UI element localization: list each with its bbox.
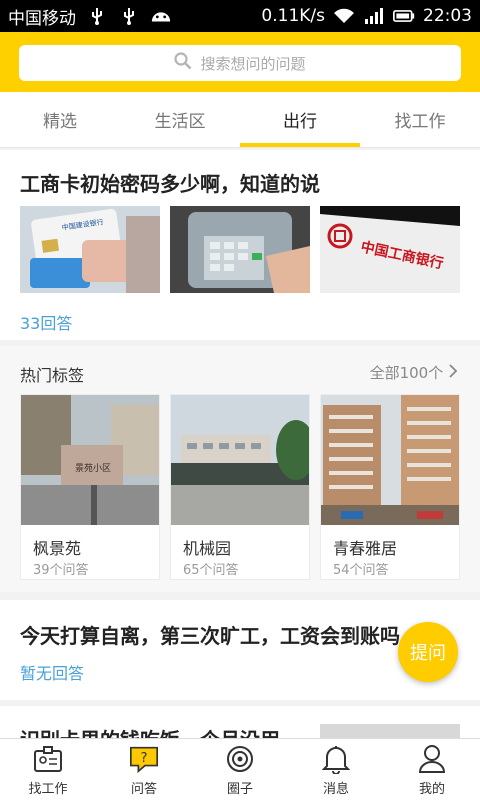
search-header: 搜索想问的问题 [0, 32, 480, 92]
id-card-icon [32, 743, 64, 775]
ask-question-button[interactable]: 提问 [398, 622, 458, 682]
bottom-nav: 找工作 ? 问答 圈子 消息 我的 [0, 738, 480, 800]
icbc-sign-photo[interactable]: 中国工商银行 [320, 206, 460, 293]
circle-icon [224, 743, 256, 775]
tag-photo [321, 395, 459, 525]
network-speed: 0.11K/s [261, 6, 325, 26]
tag-photo-sign-text: 景苑小区 [75, 462, 111, 474]
nav-item-find-job[interactable]: 找工作 [0, 739, 96, 800]
battery-icon [393, 7, 415, 25]
tab-chuxing[interactable]: 出行 [240, 92, 360, 147]
tag-name: 枫景苑 [33, 539, 82, 558]
answer-count[interactable]: 暂无回答 [20, 660, 84, 684]
nav-label: 我的 [418, 781, 445, 797]
clock: 22:03 [423, 6, 472, 26]
tab-jingxuan[interactable]: 精选 [0, 92, 120, 147]
atm-photo[interactable] [170, 206, 310, 293]
search-input[interactable]: 搜索想问的问题 [19, 45, 461, 81]
nav-label: 问答 [130, 781, 157, 797]
tag-photo: 景苑小区 [21, 395, 159, 525]
tab-shenghuoqu[interactable]: 生活区 [120, 92, 240, 147]
qa-icon: ? [128, 743, 160, 775]
all-tags-link[interactable]: 全部100个 [370, 362, 458, 383]
wifi-icon [333, 7, 355, 25]
tab-zhaogongzuo[interactable]: 找工作 [360, 92, 480, 147]
category-tabs: 精选 生活区 出行 找工作 [0, 92, 480, 148]
user-icon [416, 743, 448, 775]
usb-icon [118, 7, 140, 25]
answer-count[interactable]: 33回答 [20, 310, 72, 334]
hot-tags-title: 热门标签 [20, 366, 85, 385]
signal-icon [363, 7, 385, 25]
nav-item-qa[interactable]: ? 问答 [96, 739, 192, 800]
search-placeholder: 搜索想问的问题 [200, 54, 306, 73]
search-icon [174, 52, 192, 74]
chevron-right-icon [448, 364, 458, 382]
carrier-label: 中国移动 [8, 8, 76, 29]
android-icon [150, 7, 172, 25]
question-title: 今天打算自离，第三次旷工，工资会到账吗 [20, 624, 400, 648]
tag-photo [171, 395, 309, 525]
tag-count: 65个问答 [183, 563, 239, 578]
nav-label: 消息 [322, 781, 349, 797]
question-images: 中国建设银行 中国工商银行 [20, 206, 460, 293]
question-card[interactable]: 工商卡初始密码多少啊，知道的说 中国建设银行 中国工商银行 33回答 [0, 150, 480, 340]
bank-card-photo[interactable]: 中国建设银行 [20, 206, 160, 293]
tag-count: 39个问答 [33, 563, 89, 578]
tag-card-jixieyuan[interactable]: 机械园 65个问答 [170, 394, 310, 580]
tag-count: 54个问答 [333, 563, 389, 578]
question-title: 工商卡初始密码多少啊，知道的说 [20, 172, 320, 196]
nav-label: 圈子 [226, 781, 253, 797]
status-bar: 中国移动 0.11K/s 22:03 [0, 0, 480, 32]
usb-icon [86, 7, 108, 25]
tag-name: 青春雅居 [333, 539, 398, 558]
nav-item-circle[interactable]: 圈子 [192, 739, 288, 800]
bell-icon [320, 743, 352, 775]
all-tags-label: 全部100个 [369, 364, 444, 382]
nav-item-messages[interactable]: 消息 [288, 739, 384, 800]
nav-label: 找工作 [28, 781, 68, 797]
tag-card-fengjingyuan[interactable]: 景苑小区 枫景苑 39个问答 [20, 394, 160, 580]
hot-tags-section: 热门标签 全部100个 景苑小区 枫景苑 39个问答 机械园 65个问答 青春雅… [0, 346, 480, 592]
svg-text:?: ? [141, 750, 148, 765]
tag-name: 机械园 [183, 539, 232, 558]
tag-card-qingchunyaju[interactable]: 青春雅居 54个问答 [320, 394, 460, 580]
nav-item-me[interactable]: 我的 [384, 739, 480, 800]
